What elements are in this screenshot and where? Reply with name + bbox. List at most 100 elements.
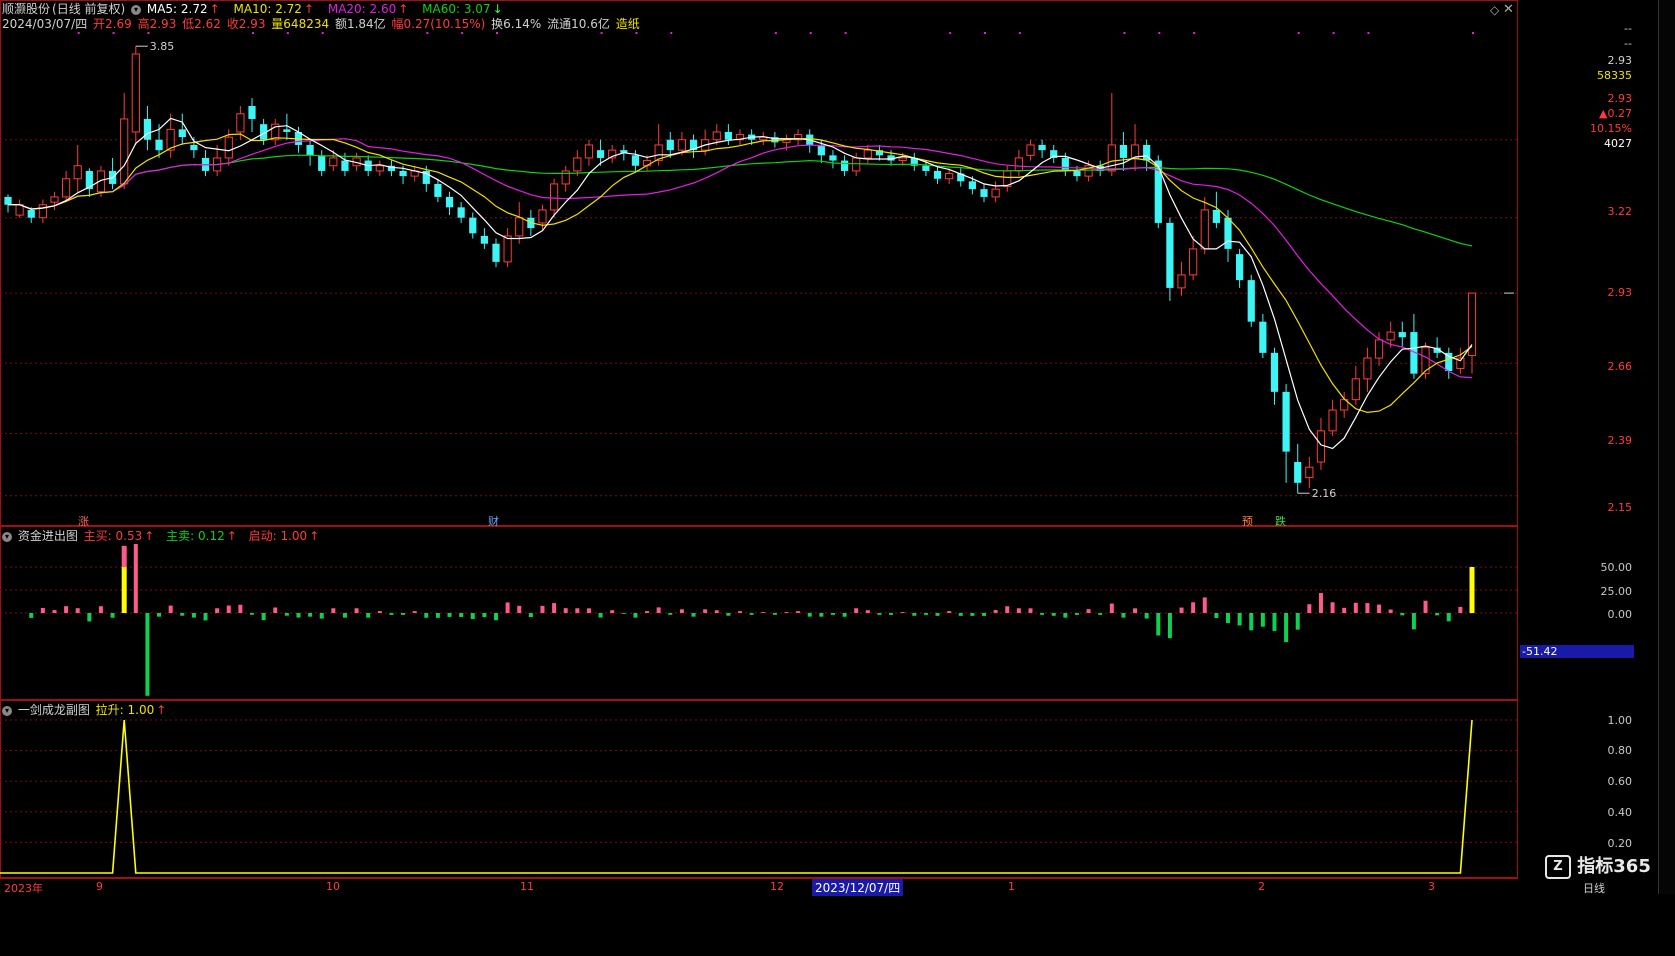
cursor-date: 2023/12/07/四	[812, 879, 904, 896]
candle-body	[922, 165, 930, 171]
candlestick-chart[interactable]: 3.85 2.16	[0, 0, 1518, 526]
flow-bar-up	[1191, 602, 1196, 613]
flow-bar-down	[1121, 613, 1126, 618]
flow-bar-up	[1202, 597, 1207, 613]
time-label-2: 2	[1258, 880, 1265, 893]
flow-bar-down	[1284, 613, 1289, 643]
flow-bar-yellow	[121, 567, 127, 613]
candle-body	[1177, 274, 1186, 289]
candle-body	[596, 150, 605, 158]
candle-body	[1282, 391, 1290, 452]
flow-bar-down	[1074, 613, 1079, 615]
logo-icon: Z	[1545, 855, 1571, 879]
flow-bar-down	[1051, 613, 1056, 616]
candle-body	[549, 183, 559, 211]
flow-bar-up	[331, 608, 336, 613]
flow-bar-down	[842, 613, 847, 617]
candle-body	[375, 165, 384, 172]
candle-body	[27, 209, 35, 218]
candle-body	[1294, 462, 1302, 483]
candle-body	[143, 118, 152, 140]
candle-body	[1398, 332, 1406, 338]
flow-bar-down	[250, 613, 254, 615]
flow-bar-up	[610, 610, 615, 613]
flow-bar-up	[1330, 602, 1335, 613]
candle-body	[1014, 157, 1023, 172]
flow-bar-up	[1388, 609, 1393, 613]
sub-tick-02: 0.20	[1607, 837, 1633, 850]
candle-body	[1107, 144, 1116, 172]
tick-1: 3.22	[1607, 205, 1633, 218]
flow-tick-50: 50.00	[1600, 561, 1633, 574]
candle-body	[677, 139, 687, 151]
flow-bar-down	[1040, 613, 1045, 615]
flow-bar-up	[1133, 608, 1138, 613]
candle-body	[584, 144, 594, 159]
candle-body	[515, 217, 524, 237]
tick-5: 2.15	[1607, 501, 1633, 514]
flow-bar-up	[900, 612, 905, 613]
min-price-label: 2.16	[1312, 487, 1337, 500]
flow-bar-down	[889, 613, 894, 615]
flow-bar-down	[494, 613, 498, 621]
flow-bar-down	[389, 613, 394, 615]
flow-bar-down	[470, 613, 475, 619]
flow-bar-up	[1086, 609, 1091, 613]
flow-bar-down	[772, 613, 777, 615]
dot-marker	[984, 32, 986, 34]
flow-bar-down	[482, 613, 487, 618]
current-volume: 58335	[1597, 69, 1632, 82]
flow-bar-down	[296, 613, 301, 618]
dot-marker	[77, 32, 80, 34]
candle-body	[573, 157, 582, 172]
flow-bar-down	[923, 613, 928, 615]
candle-body	[863, 149, 872, 159]
flow-bar-up	[1028, 608, 1033, 613]
time-label-year: 2023年	[4, 882, 43, 895]
money-flow-chart[interactable]	[0, 526, 1518, 700]
right-axis: -- -- 2.93 58335 2.93 ▲0.27 10.15% 4027 …	[1518, 0, 1658, 526]
sub-tick-08: 0.80	[1607, 744, 1633, 757]
candle-body	[178, 129, 186, 138]
flow-bar-up	[354, 608, 359, 613]
flow-bar-down	[1063, 613, 1068, 618]
sword-dragon-chart[interactable]	[0, 700, 1518, 878]
flow-bar-down	[819, 613, 824, 617]
dot-marker	[1367, 32, 1370, 34]
axis-dash-1: --	[1624, 22, 1632, 35]
flow-bar-up	[993, 610, 998, 613]
candle-body	[1363, 357, 1372, 380]
candle-body	[120, 118, 129, 185]
flow-bar-down	[528, 613, 533, 617]
flow-bar-down	[749, 613, 754, 615]
sub-tick-04: 0.40	[1607, 806, 1633, 819]
flow-bar-up	[714, 610, 719, 613]
flow-bar-down	[1098, 613, 1103, 615]
flow-bar-up	[865, 610, 870, 613]
candle-body	[503, 235, 512, 263]
flow-bar-up	[215, 608, 220, 613]
candle-body	[712, 131, 721, 141]
flow-bar-down	[1435, 613, 1440, 616]
flow-bar-yellow	[1469, 567, 1475, 613]
candle-body	[1316, 430, 1326, 463]
flow-bar-down	[1156, 613, 1161, 636]
flow-bar-up	[563, 608, 568, 613]
flow-bar-up	[1109, 603, 1114, 613]
sub-tick-06: 0.60	[1607, 775, 1633, 788]
candle-body	[318, 155, 326, 171]
sub-tick-1: 1.00	[1607, 714, 1633, 727]
candle-body	[1224, 217, 1232, 249]
candle-body	[1026, 144, 1035, 156]
dot-marker	[147, 32, 150, 34]
flow-bar-up	[226, 605, 231, 613]
flow-bar-down	[366, 613, 371, 618]
time-axis[interactable]: 2023年 9 10 11 12 1 2 3 2023/12/07/四	[0, 878, 1518, 896]
flow-bar-up	[1307, 604, 1312, 613]
flow-bar-up	[796, 611, 801, 613]
flow-bar-down	[308, 613, 313, 617]
flow-bar-down	[958, 613, 963, 616]
candle-body	[1374, 339, 1384, 359]
dot-marker	[774, 32, 777, 34]
right-scroll-strip[interactable]	[1658, 0, 1675, 894]
